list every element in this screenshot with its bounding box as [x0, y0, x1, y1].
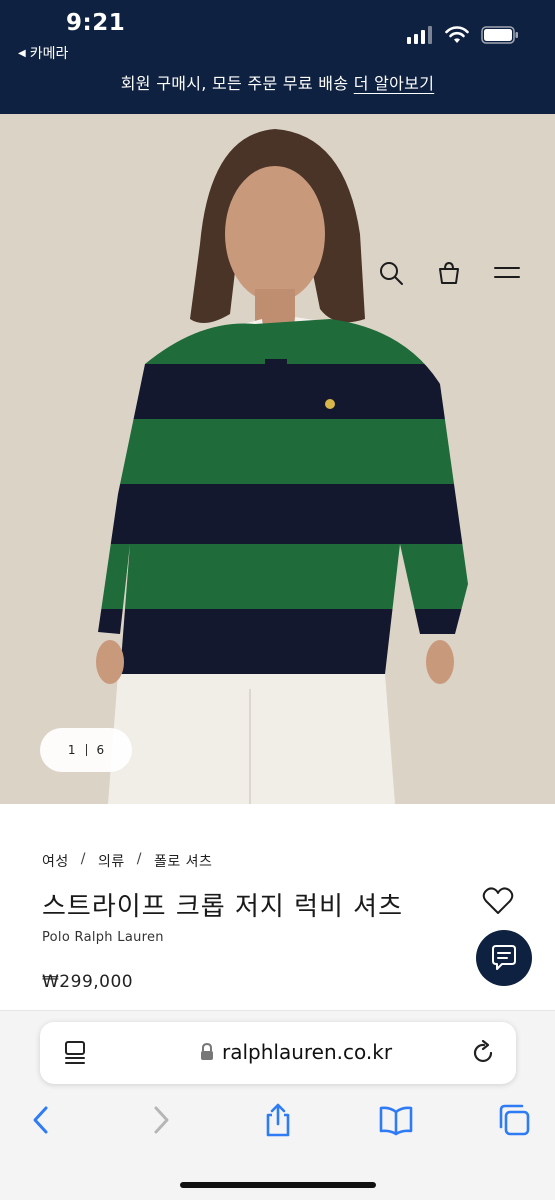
header-icons: [0, 260, 555, 286]
back-app-label: 카메라: [29, 46, 69, 62]
pager-total: 6: [96, 743, 105, 757]
breadcrumb: 여성 / 의류 / 폴로 셔츠: [42, 851, 212, 871]
shopping-bag-icon[interactable]: [436, 260, 462, 286]
status-time: 9:21: [66, 10, 126, 36]
url-text: ralphlauren.co.kr: [222, 1040, 393, 1064]
image-pager[interactable]: 1 6: [40, 728, 132, 772]
pager-current: 1: [67, 743, 76, 757]
back-icon[interactable]: [24, 1102, 60, 1138]
pager-divider: [85, 744, 87, 756]
wishlist-heart-icon[interactable]: [482, 886, 514, 916]
top-banner-area: 9:21 ◀ 카메라 회원 구매시, 모든 주문 무료 배송 더 알아보기: [0, 0, 555, 114]
menu-icon[interactable]: [494, 260, 520, 286]
tabs-icon[interactable]: [496, 1102, 532, 1138]
promo-text: 회원 구매시, 모든 주문 무료 배송: [120, 74, 349, 93]
breadcrumb-separator: /: [80, 851, 86, 867]
product-title: 스트라이프 크롭 저지 럭비 셔츠: [42, 892, 404, 922]
status-icons: [407, 26, 519, 44]
reload-icon[interactable]: [472, 1040, 496, 1066]
product-image[interactable]: [0, 114, 555, 804]
breadcrumb-item[interactable]: 여성: [42, 851, 69, 871]
search-icon[interactable]: [378, 260, 404, 286]
chat-button[interactable]: [476, 930, 532, 986]
product-price: ₩299,000: [42, 972, 134, 992]
share-icon[interactable]: [260, 1102, 296, 1138]
product-photo: [0, 114, 555, 804]
forward-icon[interactable]: [142, 1102, 178, 1138]
wifi-icon: [445, 26, 469, 43]
breadcrumb-item[interactable]: 의류: [98, 851, 125, 871]
back-to-app[interactable]: ◀ 카메라: [18, 43, 68, 63]
lock-icon: [201, 1043, 213, 1060]
cellular-signal-icon: [407, 26, 432, 44]
promo-banner: 회원 구매시, 모든 주문 무료 배송 더 알아보기: [0, 70, 555, 94]
url-display[interactable]: ralphlauren.co.kr: [200, 1040, 392, 1064]
breadcrumb-item[interactable]: 폴로 셔츠: [154, 851, 212, 871]
back-triangle-icon: ◀: [18, 47, 26, 59]
reader-mode-icon[interactable]: [64, 1040, 88, 1066]
battery-icon: [481, 26, 518, 44]
chat-bubble-icon: [492, 945, 516, 970]
product-brand: Polo Ralph Lauren: [42, 930, 164, 945]
breadcrumb-separator: /: [136, 851, 142, 867]
bookmarks-icon[interactable]: [378, 1102, 414, 1138]
home-indicator: [180, 1182, 376, 1188]
promo-link[interactable]: 더 알아보기: [354, 74, 435, 93]
